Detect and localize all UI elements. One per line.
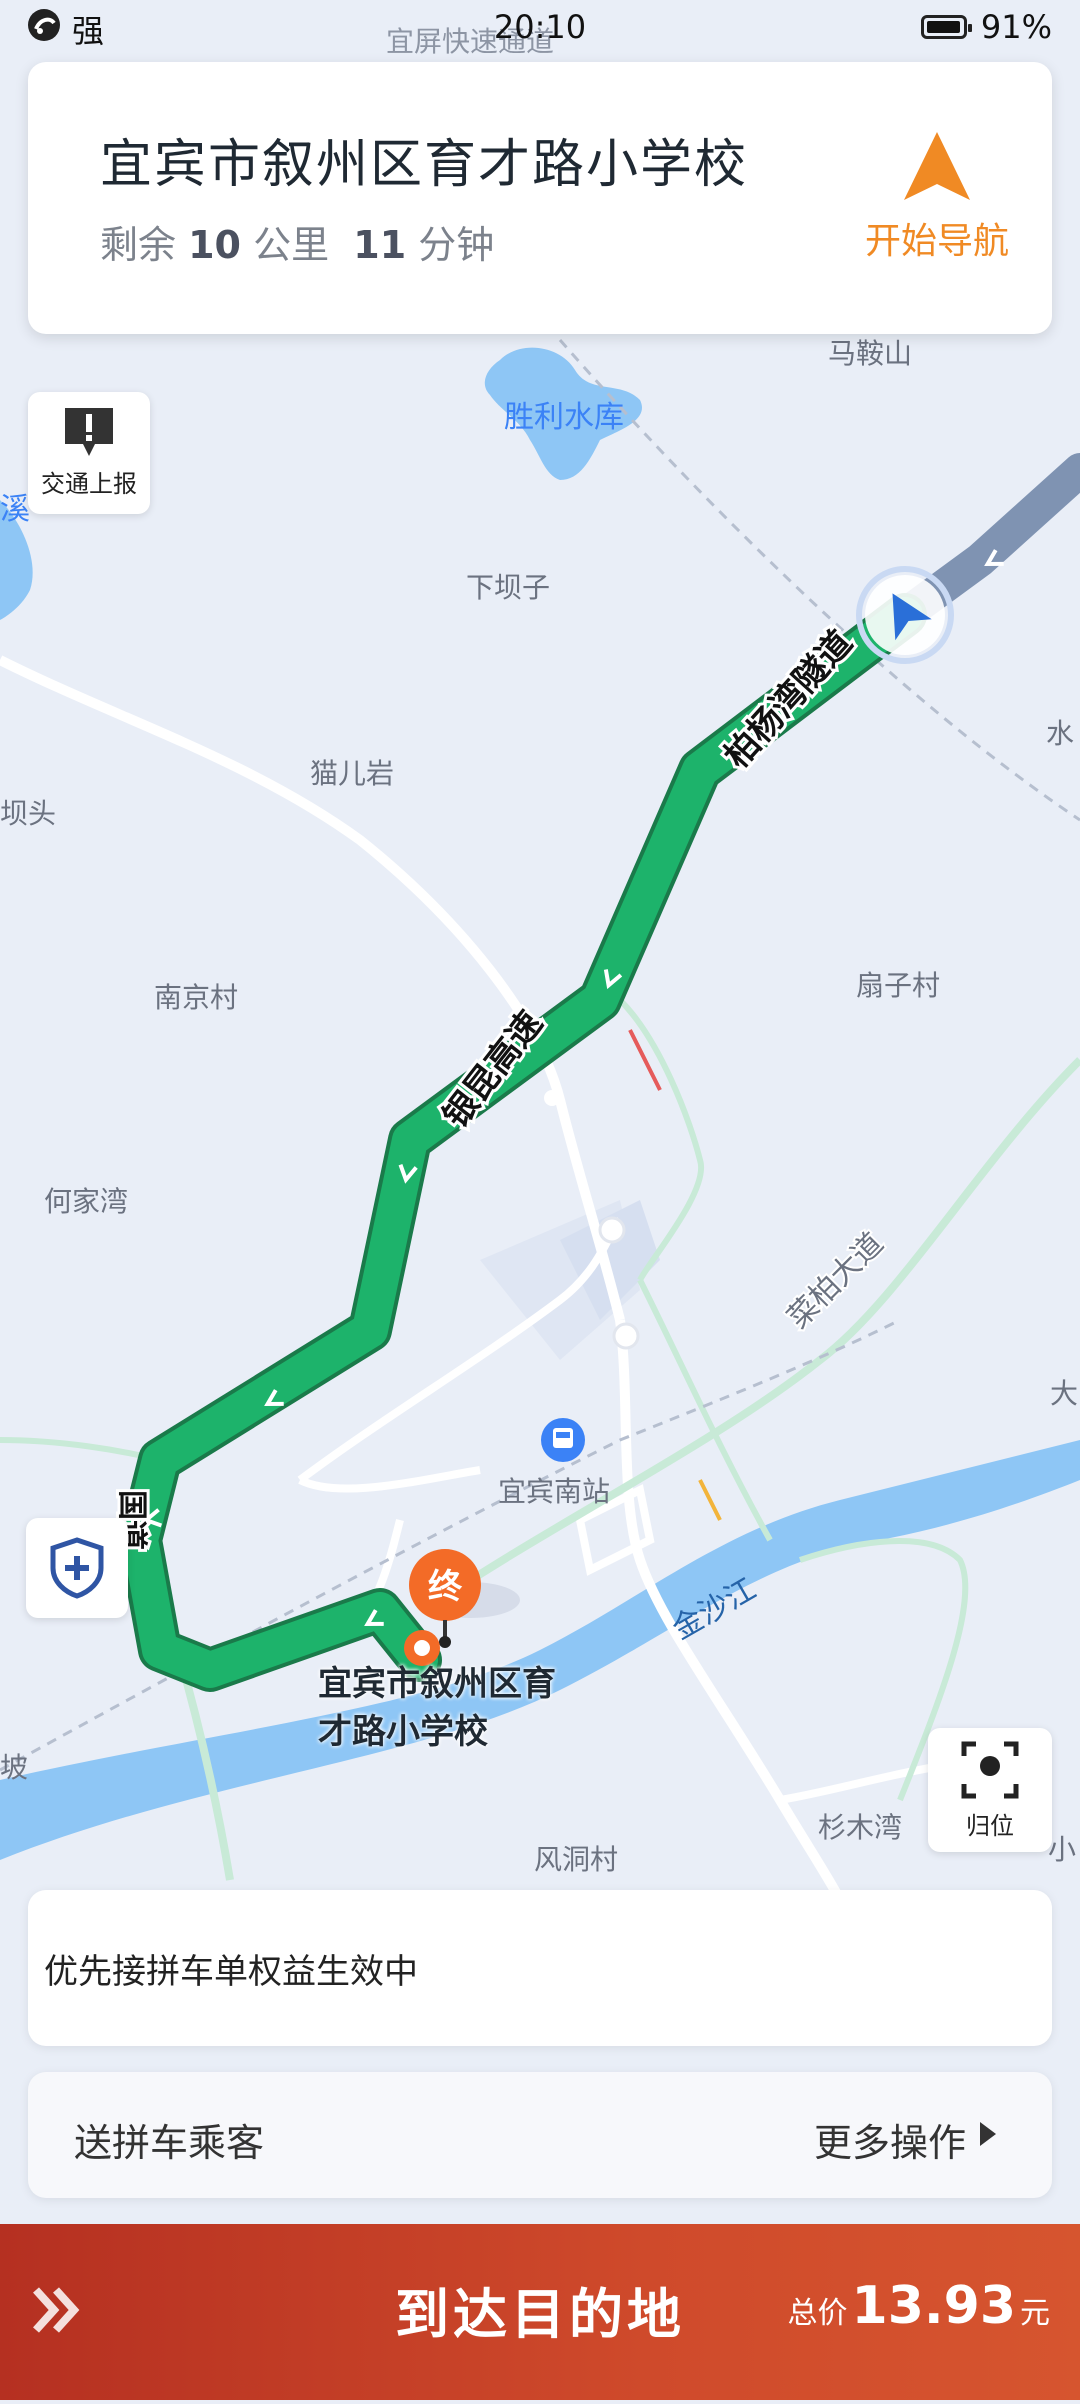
map-label: 猫儿岩 bbox=[310, 757, 395, 790]
locate-icon bbox=[961, 1741, 1019, 1799]
dropoff-passenger-label: 送拼车乘客 bbox=[74, 2121, 265, 2165]
map-label: 坡 bbox=[0, 1751, 29, 1784]
map-label: 扇子村 bbox=[856, 969, 941, 1002]
map-label: 水 bbox=[1046, 717, 1075, 750]
more-actions-button[interactable]: 更多操作 bbox=[814, 2112, 966, 2167]
map-label: 何家湾 bbox=[44, 1185, 129, 1218]
safety-shield-button[interactable] bbox=[26, 1518, 128, 1618]
map-label: 南京村 bbox=[154, 981, 239, 1014]
battery-level: 91% bbox=[980, 8, 1052, 46]
chevron-right-icon bbox=[980, 2122, 996, 2146]
clock: 20:10 bbox=[493, 8, 587, 46]
traffic-report-button[interactable]: 交通上报 bbox=[28, 392, 150, 514]
notice-card: 优先接拼车单权益生效中 bbox=[28, 1890, 1052, 2046]
shield-icon bbox=[50, 1537, 104, 1599]
map-label: 宜宾南站 bbox=[498, 1475, 611, 1508]
status-bar: 强 20:10 91% bbox=[0, 0, 1080, 60]
locate-label: 归位 bbox=[966, 1812, 1014, 1840]
map-label: 小 bbox=[1048, 1833, 1077, 1866]
navigation-arrow-icon bbox=[904, 132, 970, 200]
battery-icon bbox=[920, 15, 972, 39]
map-label: 下坝子 bbox=[466, 571, 551, 604]
action-card: 送拼车乘客 更多操作 bbox=[28, 2072, 1052, 2198]
route-summary: 剩余 10 公里 11 分钟 bbox=[100, 223, 495, 267]
destination-card: 宜宾市叙州区育才路小学校 剩余 10 公里 11 分钟 开始导航 bbox=[28, 62, 1052, 334]
map-label: 胜利水库 bbox=[504, 400, 624, 435]
map-label: 溪 bbox=[0, 492, 30, 527]
total-price: 总价 13.93 元 bbox=[787, 2276, 1050, 2336]
map-label: 马鞍山 bbox=[828, 337, 913, 370]
traffic-report-label: 交通上报 bbox=[41, 470, 137, 498]
alert-icon bbox=[65, 408, 113, 456]
start-navigation-label: 开始导航 bbox=[864, 221, 1009, 262]
locate-button[interactable]: 归位 bbox=[928, 1728, 1052, 1852]
destination-title: 宜宾市叙州区育才路小学校 bbox=[100, 135, 749, 195]
destination-map-label: 宜宾市叙州区育 才路小学校 bbox=[318, 1664, 556, 1752]
map-label: 杉木湾 bbox=[818, 1811, 903, 1844]
map-label: 风洞村 bbox=[534, 1843, 619, 1876]
map-label: 坝头 bbox=[0, 797, 57, 830]
map-label: 大 bbox=[1050, 1377, 1079, 1410]
notice-text: 优先接拼车单权益生效中 bbox=[44, 1952, 418, 1992]
start-navigation-button[interactable]: 开始导航 bbox=[862, 122, 1012, 292]
arrive-destination-button[interactable]: 到达目的地 总价 13.93 元 bbox=[0, 2224, 1080, 2400]
end-marker-label: 终 bbox=[428, 1567, 463, 1607]
